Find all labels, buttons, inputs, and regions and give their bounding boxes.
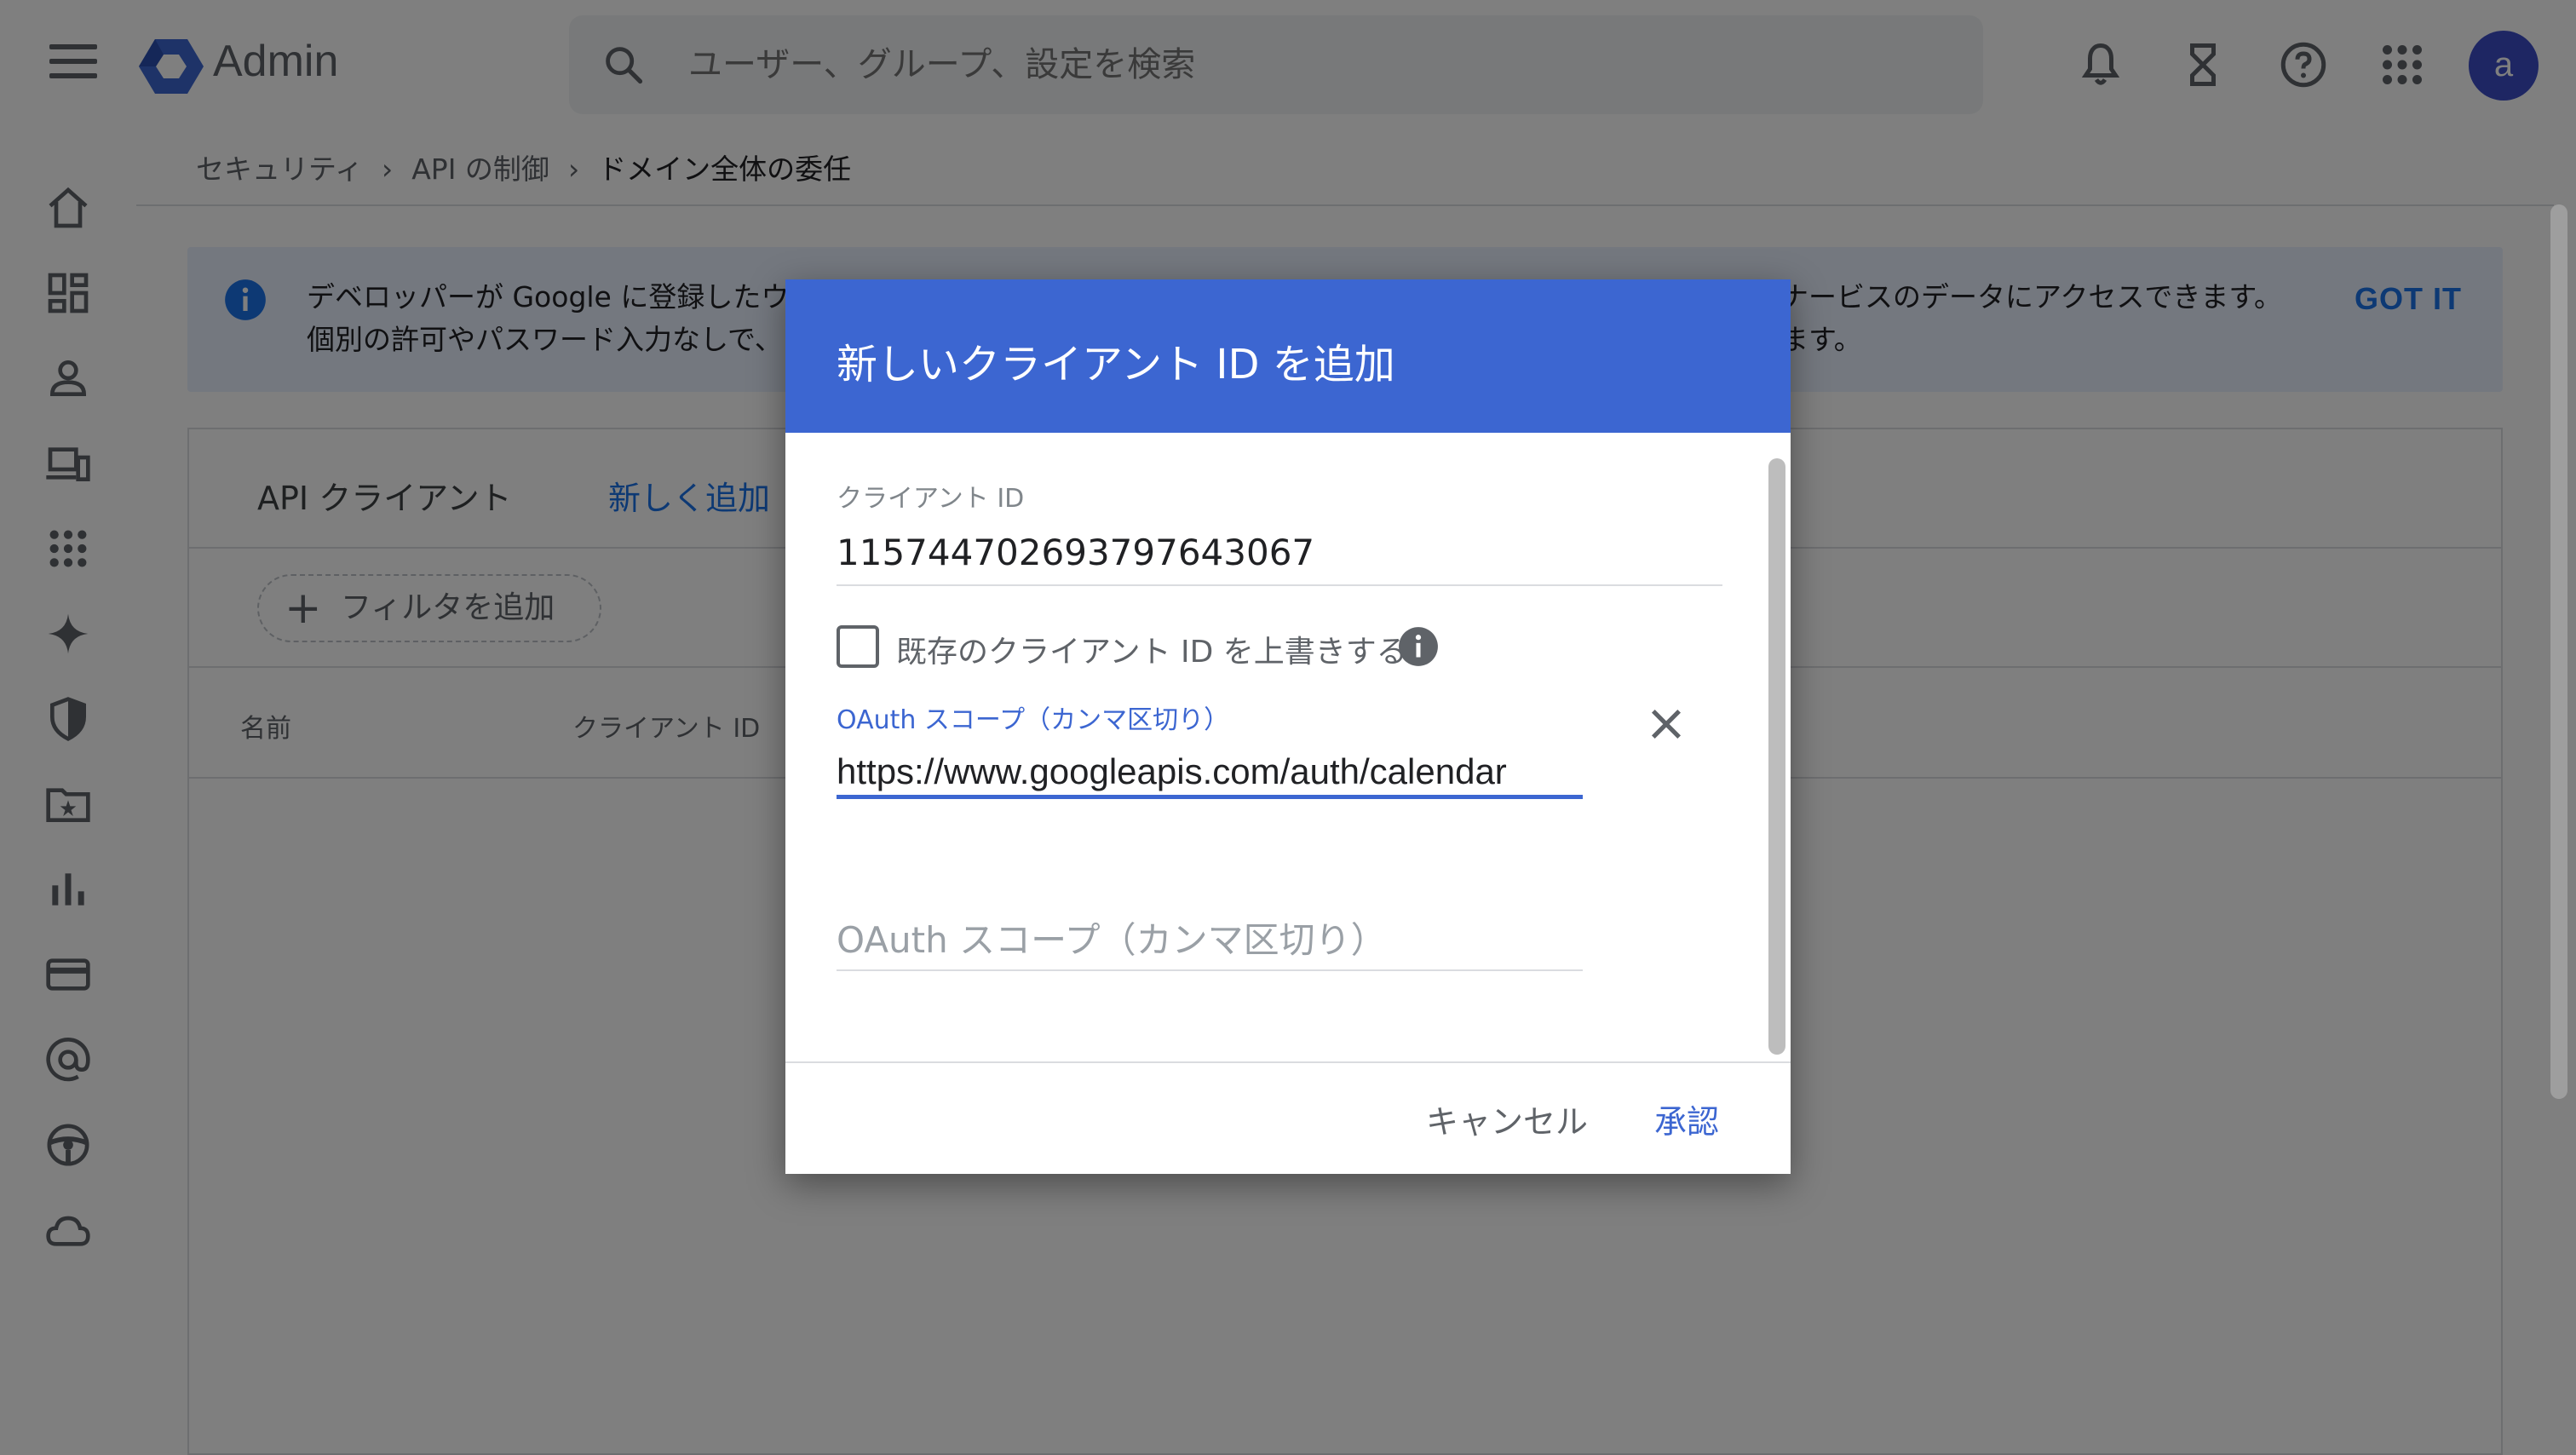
- oauth-scope-input[interactable]: [837, 748, 1583, 799]
- cancel-button[interactable]: キャンセル: [1426, 1096, 1588, 1142]
- approve-button[interactable]: 承認: [1654, 1096, 1719, 1142]
- dialog-title: 新しいクライアント ID を追加: [837, 341, 1395, 388]
- client-id-field[interactable]: 115744702693797643067: [837, 532, 1314, 573]
- overwrite-checkbox[interactable]: [837, 625, 879, 668]
- field-underline: [837, 584, 1722, 586]
- overwrite-checkbox-label[interactable]: 既存のクライアント ID を上書きする: [896, 627, 1407, 671]
- dialog-scrollbar[interactable]: [1768, 458, 1785, 1055]
- oauth-scope-input-empty[interactable]: [837, 910, 1583, 971]
- close-icon[interactable]: [1644, 702, 1688, 746]
- oauth-scope-label: OAuth スコープ（カンマ区切り）: [837, 705, 1230, 735]
- client-id-label: クライアント ID: [837, 484, 1025, 514]
- add-client-id-dialog: 新しいクライアント ID を追加 クライアント ID 1157447026937…: [785, 279, 1791, 1174]
- dialog-header: 新しいクライアント ID を追加: [785, 279, 1791, 433]
- page-scrollbar[interactable]: [2550, 204, 2567, 1099]
- divider: [785, 1061, 1791, 1063]
- info-icon[interactable]: [1397, 625, 1440, 668]
